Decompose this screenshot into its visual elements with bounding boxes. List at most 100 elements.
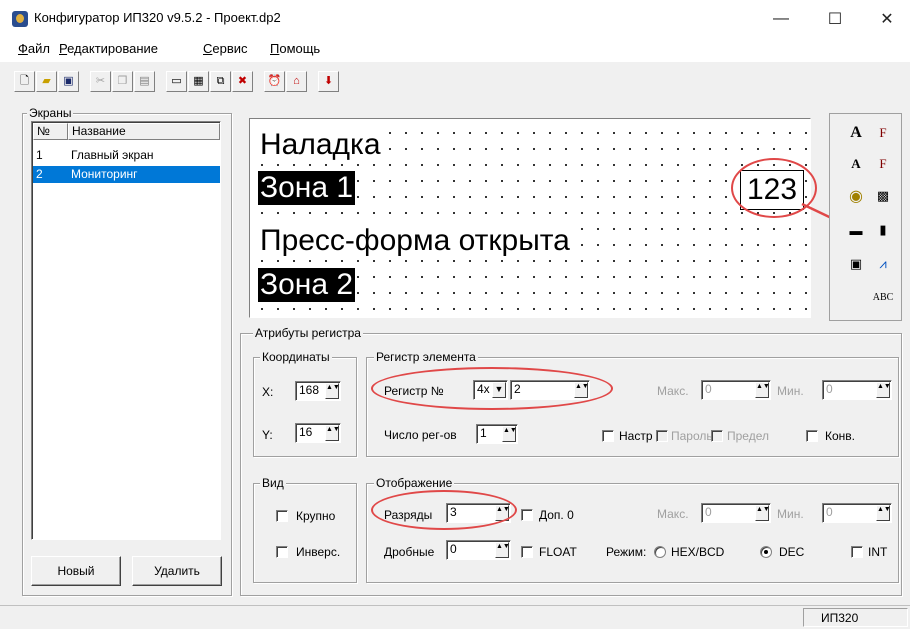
home-icon[interactable]: ⌂ bbox=[286, 71, 307, 92]
list-item-num: 1 bbox=[36, 148, 43, 162]
view-group bbox=[253, 483, 357, 583]
mode-hex-radio[interactable] bbox=[654, 546, 666, 558]
bitmap-tool-icon[interactable]: ▩ bbox=[872, 185, 894, 207]
text-element-naladka[interactable]: Наладка bbox=[258, 128, 383, 162]
screen-properties-icon[interactable]: ▦ bbox=[188, 71, 209, 92]
highlight-oval-digits bbox=[371, 490, 517, 530]
register-max-spinner[interactable]: ▲▼ bbox=[755, 382, 770, 398]
display-title: Отображение bbox=[374, 476, 455, 490]
float-checkbox[interactable] bbox=[521, 546, 533, 558]
column-header-name[interactable]: Название bbox=[68, 123, 220, 140]
dynamic-text-tool-icon[interactable]: A bbox=[845, 153, 867, 175]
register-min-label: Мин. bbox=[777, 384, 804, 398]
menu-edit[interactable]: Редактирование bbox=[59, 41, 158, 56]
display-max-value: 0 bbox=[705, 505, 712, 519]
list-item-num: 2 bbox=[36, 167, 43, 181]
delete-screen-icon[interactable]: ✖ bbox=[232, 71, 253, 92]
setup-label: Настр bbox=[619, 429, 653, 443]
large-label: Крупно bbox=[296, 509, 336, 523]
display-max-label: Макс. bbox=[657, 507, 689, 521]
text-element-zone2[interactable]: Зона 2 bbox=[258, 268, 356, 302]
trend-chart-icon[interactable]: ⩘ bbox=[872, 253, 894, 275]
fraction-spinner[interactable]: ▲▼ bbox=[495, 542, 510, 558]
register-attributes-title: Атрибуты регистра bbox=[253, 326, 363, 340]
column-header-num[interactable]: № bbox=[33, 123, 68, 140]
add-screen-icon[interactable]: ▭ bbox=[166, 71, 187, 92]
y-value: 16 bbox=[299, 425, 313, 439]
copy-screen-icon[interactable]: ⧉ bbox=[210, 71, 231, 92]
highlight-oval-register bbox=[371, 367, 613, 410]
display-min-label: Мин. bbox=[777, 507, 804, 521]
cut-icon[interactable]: ✂ bbox=[90, 71, 111, 92]
menu-help[interactable]: Помощь bbox=[270, 41, 320, 56]
setup-checkbox[interactable] bbox=[602, 430, 614, 442]
display-min-spinner[interactable]: ▲▼ bbox=[876, 505, 891, 521]
register-max-label: Макс. bbox=[657, 384, 689, 398]
int-checkbox[interactable] bbox=[851, 546, 863, 558]
register-element-title: Регистр элемента bbox=[374, 350, 478, 364]
status-bar bbox=[0, 605, 910, 629]
new-button[interactable]: Новый bbox=[31, 556, 121, 586]
minimize-button[interactable]: — bbox=[758, 0, 804, 38]
register-count-spinner[interactable]: ▲▼ bbox=[502, 426, 517, 442]
register-min-value: 0 bbox=[826, 382, 833, 396]
alarm-clock-icon[interactable]: ⏰ bbox=[264, 71, 285, 92]
text-element-zone1[interactable]: Зона 1 bbox=[258, 171, 356, 205]
maximize-button[interactable]: ☐ bbox=[812, 0, 858, 38]
download-icon[interactable]: ⬇ bbox=[318, 71, 339, 92]
save-icon[interactable]: ▣ bbox=[58, 71, 79, 92]
extra-zero-checkbox[interactable] bbox=[521, 509, 533, 521]
new-file-icon[interactable]: 🗋 bbox=[14, 71, 35, 92]
paste-icon[interactable]: ▤ bbox=[134, 71, 155, 92]
text-element-mold-open[interactable]: Пресс-форма открыта bbox=[258, 224, 572, 258]
bar-graph-icon[interactable]: ▮ bbox=[872, 219, 894, 241]
register-count-label: Число рег-ов bbox=[384, 428, 457, 442]
coordinates-title: Координаты bbox=[260, 350, 332, 364]
x-spinner[interactable]: ▲▼ bbox=[325, 383, 340, 399]
view-title: Вид bbox=[260, 476, 286, 490]
menu-service-rest: ервис bbox=[212, 41, 248, 56]
y-spinner[interactable]: ▲▼ bbox=[325, 425, 340, 441]
list-item-selected[interactable]: 2 Мониторинг bbox=[33, 166, 220, 183]
numeric-field-icon[interactable]: ▬ bbox=[845, 219, 867, 241]
font-text-tool-icon[interactable]: F bbox=[872, 122, 894, 144]
x-value: 168 bbox=[299, 383, 320, 397]
menu-file-rest: айл bbox=[27, 41, 50, 56]
list-item-name: Главный экран bbox=[71, 148, 154, 162]
password-label: Пароль bbox=[671, 429, 713, 443]
invert-checkbox[interactable] bbox=[276, 546, 288, 558]
menu-service[interactable]: Сервис bbox=[203, 41, 248, 56]
password-checkbox[interactable] bbox=[656, 430, 668, 442]
mode-hex-label: HEX/BCD bbox=[671, 545, 725, 559]
menu-edit-accel: Р bbox=[59, 41, 68, 56]
display-max-spinner[interactable]: ▲▼ bbox=[755, 505, 770, 521]
register-count-value: 1 bbox=[480, 426, 487, 440]
list-item[interactable]: 1 Главный экран bbox=[33, 147, 220, 164]
limit-checkbox[interactable] bbox=[711, 430, 723, 442]
dynamic-font-tool-icon[interactable]: F bbox=[872, 153, 894, 175]
menu-file[interactable]: Файл bbox=[18, 41, 50, 56]
copy-icon[interactable]: ❐ bbox=[112, 71, 133, 92]
register-min-spinner[interactable]: ▲▼ bbox=[876, 382, 891, 398]
open-folder-icon[interactable]: ▰ bbox=[36, 71, 57, 92]
close-button[interactable]: ✕ bbox=[864, 0, 910, 38]
extra-zero-label: Доп. 0 bbox=[539, 508, 574, 522]
menu-edit-rest: едактирование bbox=[67, 41, 159, 56]
menu-help-accel: П bbox=[270, 41, 280, 56]
text-tool-icon[interactable]: A bbox=[845, 122, 867, 144]
button-tool-icon[interactable]: ▣ bbox=[845, 253, 867, 275]
screens-list[interactable] bbox=[31, 121, 221, 540]
fraction-label: Дробные bbox=[384, 545, 435, 559]
display-min-value: 0 bbox=[826, 505, 833, 519]
abc-text-icon[interactable]: ABC bbox=[872, 286, 894, 308]
menu-file-accel: Ф bbox=[18, 41, 28, 56]
conversion-checkbox[interactable] bbox=[806, 430, 818, 442]
screens-group-title: Экраны bbox=[27, 106, 74, 120]
mode-dec-radio[interactable] bbox=[760, 546, 772, 558]
indicator-lamp-icon[interactable]: ◉ bbox=[845, 185, 867, 207]
large-checkbox[interactable] bbox=[276, 510, 288, 522]
status-device: ИП320 bbox=[821, 611, 859, 625]
int-label: INT bbox=[868, 545, 888, 559]
delete-button[interactable]: Удалить bbox=[132, 556, 222, 586]
y-label: Y: bbox=[262, 428, 273, 442]
